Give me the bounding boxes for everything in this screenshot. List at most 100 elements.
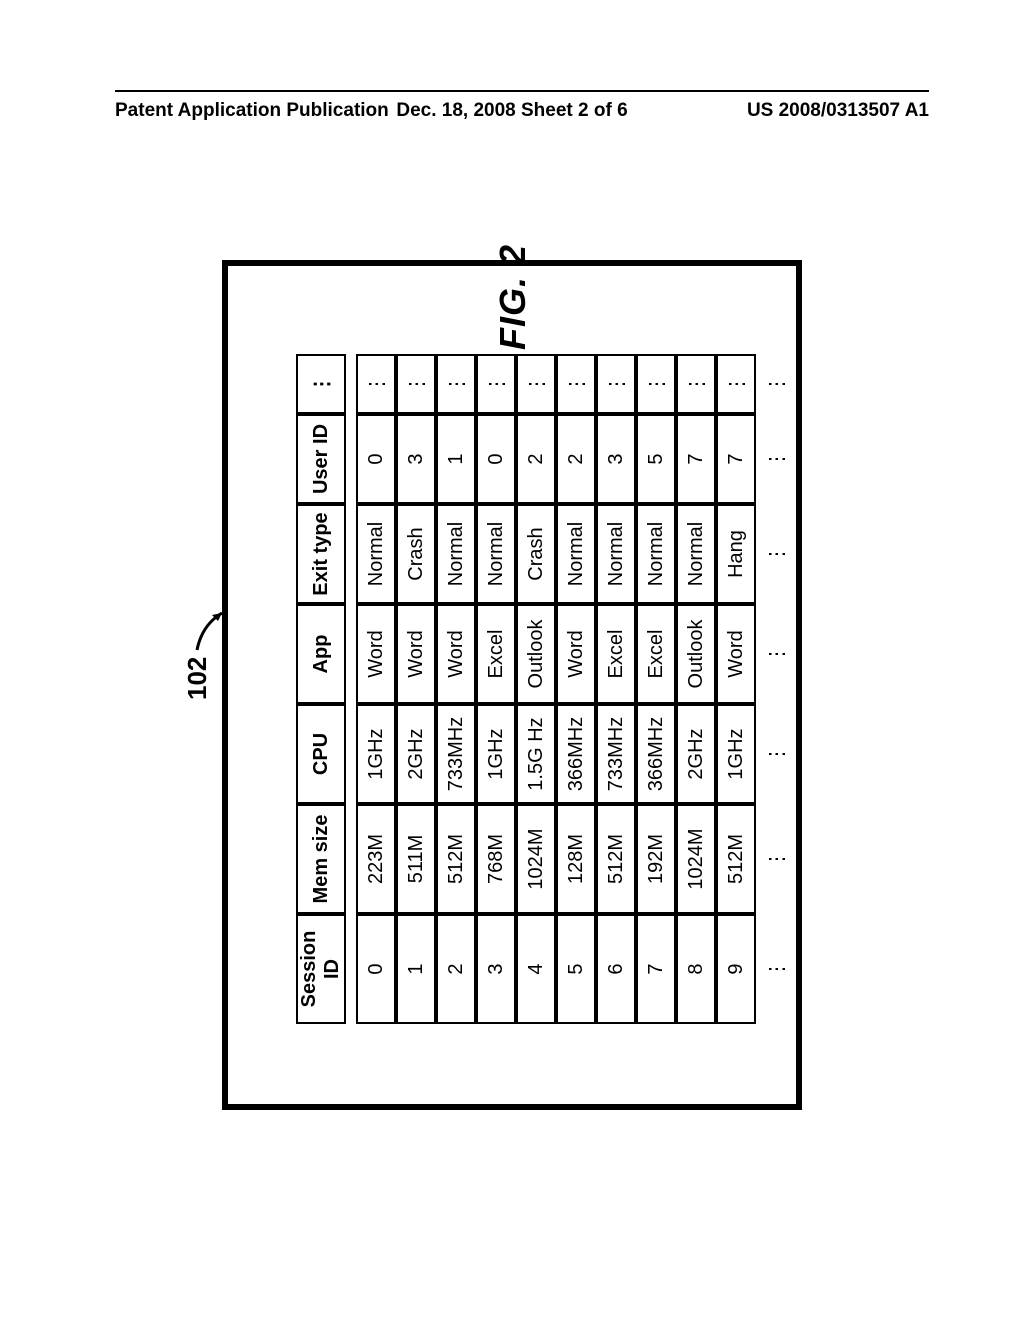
cell: 366MHz [636,704,676,804]
cell: 4 [516,914,556,1024]
cell: ⋮ [756,804,796,914]
table-header-row: Session ID Mem size CPU App Exit type Us… [296,354,346,1024]
cell: Excel [476,604,516,704]
cell: ⋮ [476,354,516,414]
cell: 1.5G Hz [516,704,556,804]
cell: Normal [476,504,516,604]
cell: Normal [356,504,396,604]
figure-rotated: 102 Session ID Mem size CPU App Exi [182,190,842,1170]
cell: 6 [596,914,636,1024]
cell: 7 [676,414,716,504]
cell: 192M [636,804,676,914]
table-row: 3 768M 1GHz Excel Normal 0 ⋮ [476,354,516,1024]
cell: 1024M [516,804,556,914]
cell: 3 [476,914,516,1024]
cell: Normal [436,504,476,604]
cell: 3 [596,414,636,504]
cell: 2GHz [676,704,716,804]
table-row: 7 192M 366MHz Excel Normal 5 ⋮ [636,354,676,1024]
cell: 512M [716,804,756,914]
cell: Normal [676,504,716,604]
cell: 2 [516,414,556,504]
cell: ⋮ [636,354,676,414]
cell: 223M [356,804,396,914]
cell: 1GHz [356,704,396,804]
table-row: ⋮ ⋮ ⋮ ⋮ ⋮ ⋮ ⋮ [756,354,796,1024]
cell: ⋮ [756,414,796,504]
cell: Outlook [676,604,716,704]
table-row: 1 511M 2GHz Word Crash 3 ⋮ [396,354,436,1024]
header-left: Patent Application Publication [115,100,389,122]
cell: ⋮ [756,704,796,804]
cell: 5 [636,414,676,504]
cell: 1 [436,414,476,504]
table-row: 0 223M 1GHz Word Normal 0 ⋮ [356,354,396,1024]
cell: 5 [556,914,596,1024]
cell: Crash [396,504,436,604]
cell: 512M [436,804,476,914]
header-right: US 2008/0313507 A1 [747,100,929,122]
cell: ⋮ [676,354,716,414]
col-app: App [296,604,346,704]
table-row: 4 1024M 1.5G Hz Outlook Crash 2 ⋮ [516,354,556,1024]
cell: 7 [636,914,676,1024]
cell: ⋮ [596,354,636,414]
cell: 0 [356,914,396,1024]
col-exit-type: Exit type [296,504,346,604]
table-row: 5 128M 366MHz Word Normal 2 ⋮ [556,354,596,1024]
cell: 2GHz [396,704,436,804]
cell: 512M [596,804,636,914]
table-row: 2 512M 733MHz Word Normal 1 ⋮ [436,354,476,1024]
cell: 3 [396,414,436,504]
cell: Word [556,604,596,704]
cell: Outlook [516,604,556,704]
col-more: ⋮ [296,354,346,414]
cell: 733MHz [436,704,476,804]
cell: ⋮ [756,604,796,704]
table-row: 8 1024M 2GHz Outlook Normal 7 ⋮ [676,354,716,1024]
cell: ⋮ [356,354,396,414]
cell: 1GHz [476,704,516,804]
cell: 366MHz [556,704,596,804]
cell: ⋮ [716,354,756,414]
session-table: Session ID Mem size CPU App Exit type Us… [296,354,796,1024]
cell: ⋮ [556,354,596,414]
cell: 768M [476,804,516,914]
header-mid: Dec. 18, 2008 Sheet 2 of 6 [396,100,627,122]
cell: 1GHz [716,704,756,804]
cell: 0 [476,414,516,504]
cell: ⋮ [756,914,796,1024]
cell: 733MHz [596,704,636,804]
col-user-id: User ID [296,414,346,504]
cell: ⋮ [396,354,436,414]
cell: Hang [716,504,756,604]
cell: Word [356,604,396,704]
cell: ⋮ [756,504,796,604]
cell: ⋮ [436,354,476,414]
cell: Word [396,604,436,704]
cell: ⋮ [516,354,556,414]
cell: 128M [556,804,596,914]
cell: Normal [636,504,676,604]
cell: 1024M [676,804,716,914]
cell: Normal [596,504,636,604]
cell: 9 [716,914,756,1024]
cell: Word [716,604,756,704]
cell: ⋮ [756,354,796,414]
figure-caption: FIG. 2 [492,244,534,350]
cell: Word [436,604,476,704]
reference-number: 102 [182,657,213,700]
table-frame: Session ID Mem size CPU App Exit type Us… [222,260,802,1110]
cell: 511M [396,804,436,914]
cell: Crash [516,504,556,604]
cell: 2 [436,914,476,1024]
cell: Normal [556,504,596,604]
header-rule [115,90,929,92]
cell: 7 [716,414,756,504]
col-mem-size: Mem size [296,804,346,914]
cell: Excel [636,604,676,704]
table-row: 6 512M 733MHz Excel Normal 3 ⋮ [596,354,636,1024]
cell: 8 [676,914,716,1024]
cell: 1 [396,914,436,1024]
cell: 0 [356,414,396,504]
